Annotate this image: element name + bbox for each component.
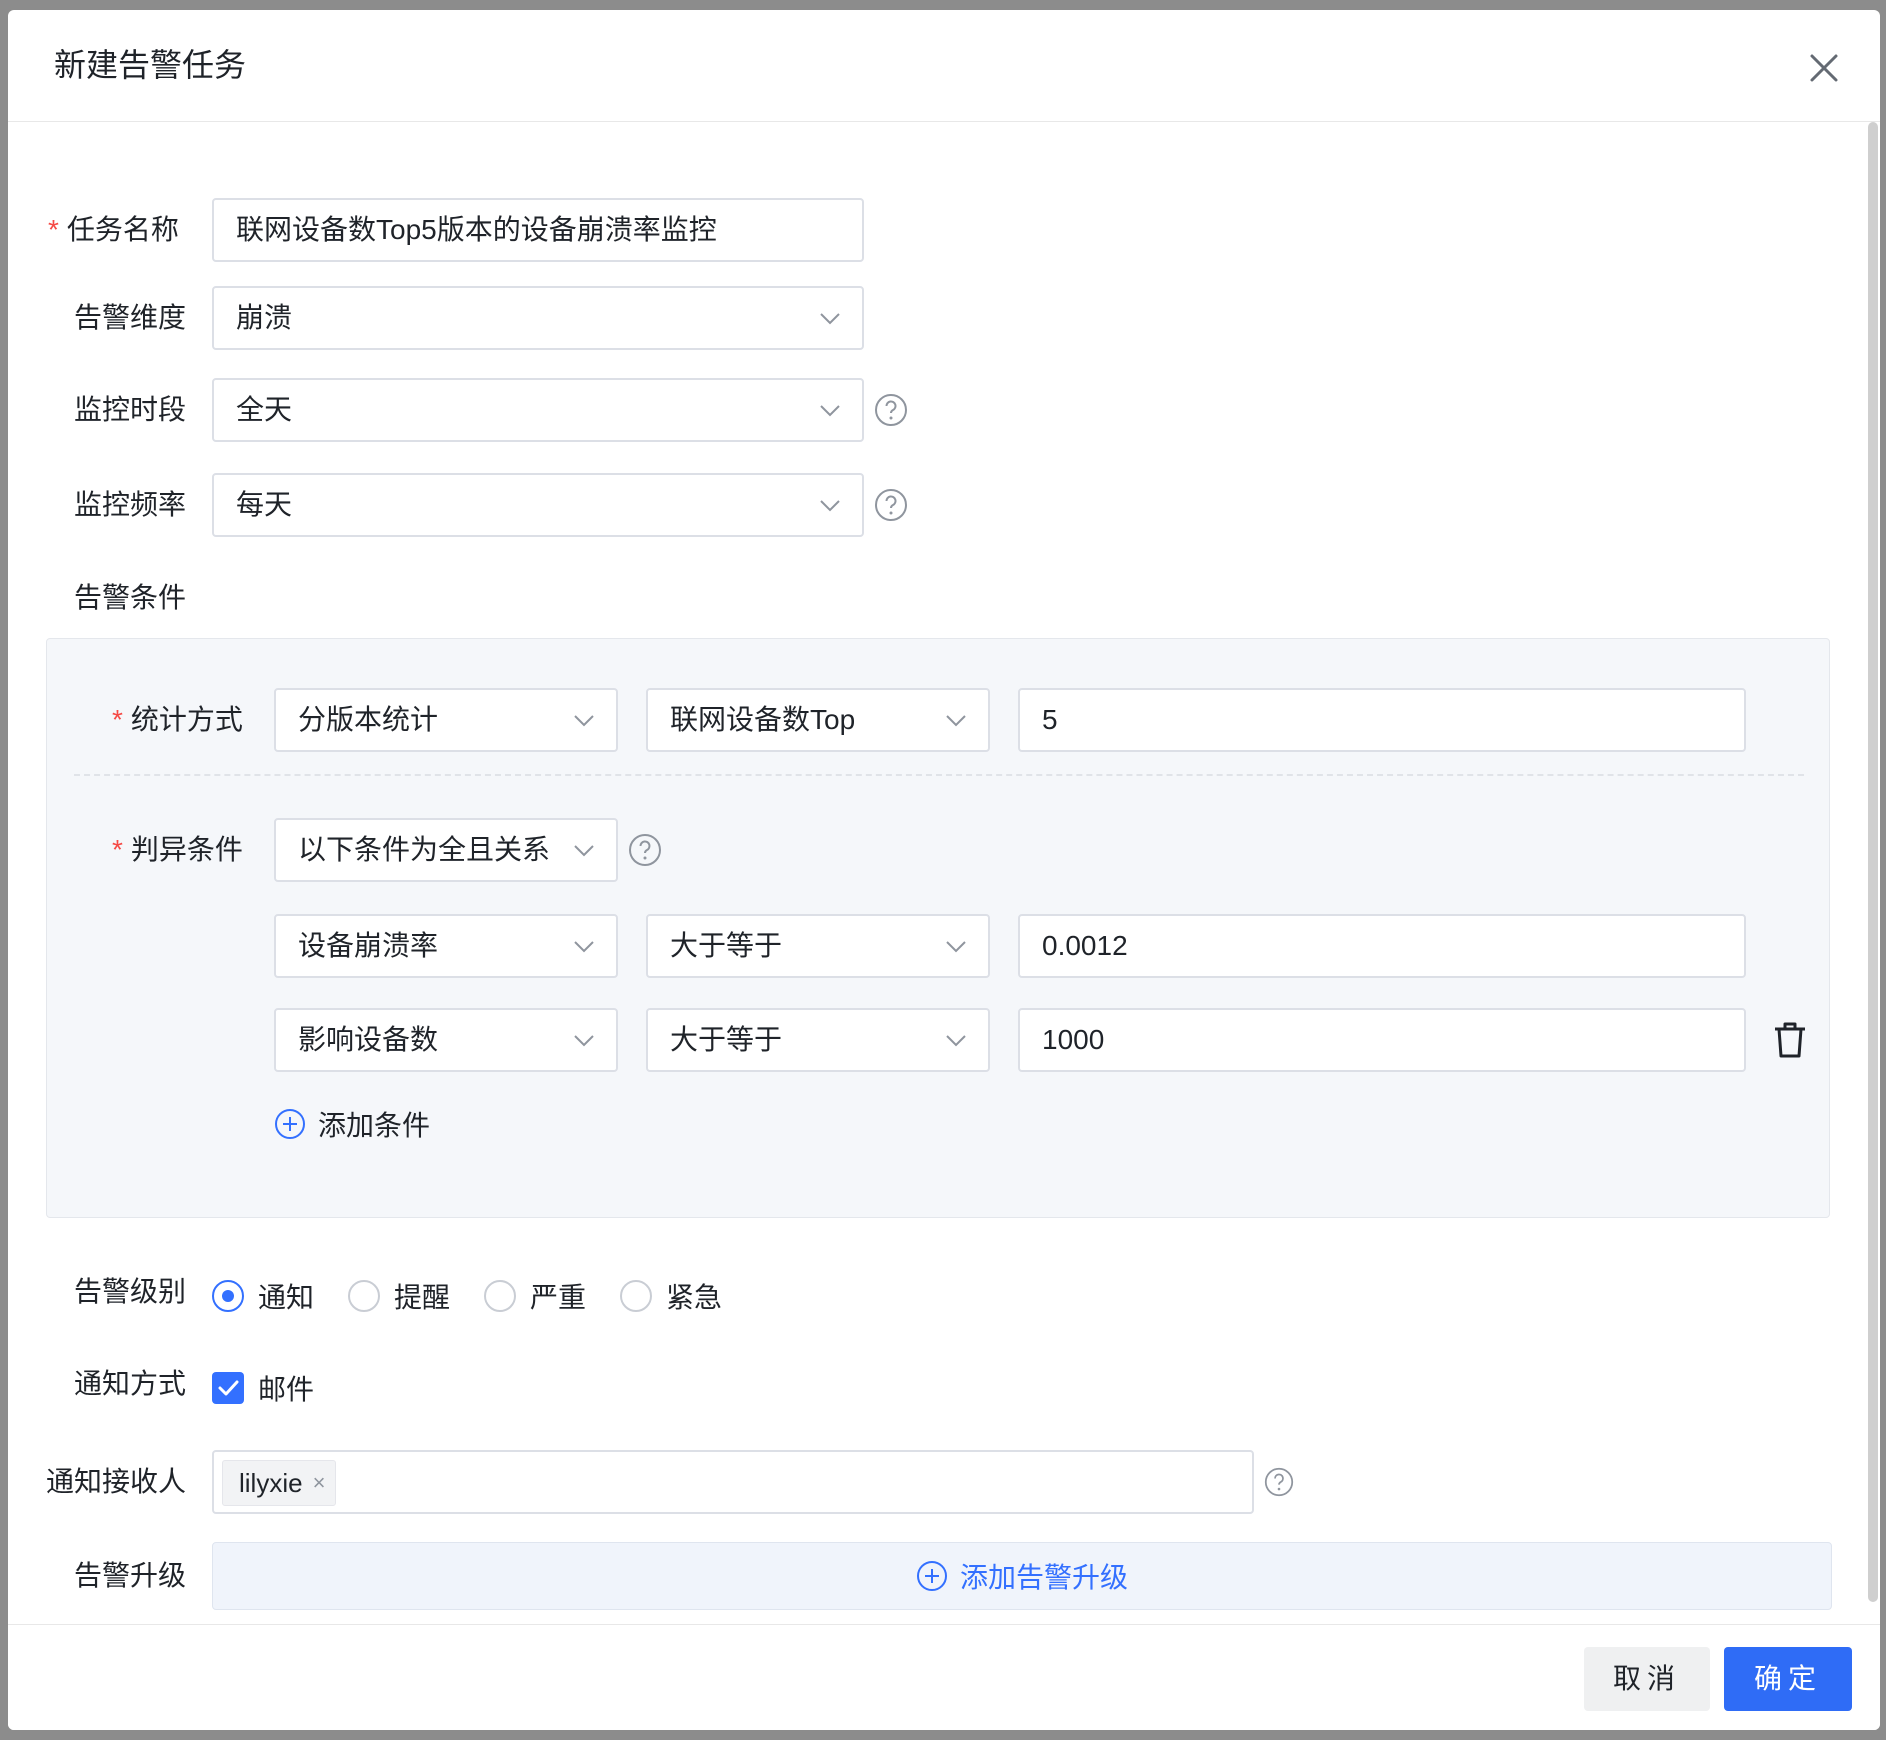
stat-method-label-text: 统计方式 [130, 704, 243, 735]
required-mark: * [112, 704, 123, 735]
radio-label: 严重 [530, 1282, 587, 1313]
close-button[interactable] [1804, 48, 1844, 88]
judge-condition-label-text: 判异条件 [130, 834, 243, 865]
chevron-down-icon [574, 1035, 594, 1047]
recipients-label: 通知接收人 [46, 1466, 187, 1497]
rule-value-input[interactable]: 1000 [1018, 1008, 1746, 1072]
rule-operator-value: 大于等于 [670, 1024, 783, 1055]
escalation-label: 告警升级 [74, 1560, 187, 1591]
plus-circle-icon [275, 1109, 305, 1139]
monitor-frequency-label: 监控频率 [74, 489, 187, 520]
add-condition-label: 添加条件 [318, 1110, 431, 1141]
task-name-value: 联网设备数Top5版本的设备崩溃率监控 [236, 214, 717, 245]
create-alert-dialog: 新建告警任务 * 任务名称 联网设备数Top5版本的设备崩溃率监控 告警维度 崩溃… [8, 10, 1880, 1730]
chevron-down-icon [820, 405, 840, 417]
rank-by-value: 联网设备数Top [670, 704, 856, 735]
radio-severe[interactable]: 严重 [484, 1276, 586, 1316]
dialog-header: 新建告警任务 [8, 10, 1880, 122]
notify-method-label: 通知方式 [74, 1368, 187, 1399]
required-mark: * [112, 834, 123, 865]
chevron-down-icon [946, 941, 966, 953]
chevron-down-icon [946, 715, 966, 727]
alert-condition-label: 告警条件 [74, 582, 187, 613]
confirm-button[interactable]: 确定 [1724, 1647, 1852, 1711]
chevron-down-icon [574, 845, 594, 857]
relation-value: 以下条件为全且关系 [298, 834, 551, 865]
alert-dimension-value: 崩溃 [236, 302, 293, 333]
close-icon [1810, 54, 1838, 82]
recipient-tag-text: lilyxie [239, 1467, 303, 1498]
divider [74, 774, 1804, 776]
plus-circle-icon [916, 1561, 947, 1591]
rule-value: 1000 [1042, 1024, 1105, 1055]
question-circle-icon[interactable] [628, 833, 662, 867]
add-condition-button[interactable]: 添加条件 [274, 1102, 430, 1146]
alert-dimension-label: 告警维度 [74, 302, 187, 333]
radio-label: 紧急 [666, 1282, 723, 1313]
rule-operator-value: 大于等于 [670, 930, 783, 961]
rule-metric-select[interactable]: 设备崩溃率 [274, 914, 618, 978]
rule-metric-value: 设备崩溃率 [298, 930, 439, 961]
alert-level-label: 告警级别 [74, 1276, 187, 1307]
top-n-value: 5 [1042, 704, 1058, 735]
monitor-period-value: 全天 [236, 394, 293, 425]
rule-operator-select[interactable]: 大于等于 [646, 914, 990, 978]
task-name-input[interactable]: 联网设备数Top5版本的设备崩溃率监控 [212, 198, 864, 262]
radio-circle [484, 1280, 517, 1312]
monitor-period-select[interactable]: 全天 [212, 378, 864, 442]
monitor-frequency-select[interactable]: 每天 [212, 473, 864, 537]
tag-remove-icon[interactable]: × [313, 1470, 326, 1496]
rule-metric-select[interactable]: 影响设备数 [274, 1008, 618, 1072]
alert-dimension-select[interactable]: 崩溃 [212, 286, 864, 350]
chevron-down-icon [574, 715, 594, 727]
check-icon [218, 1380, 239, 1396]
radio-label: 提醒 [394, 1282, 451, 1313]
task-name-label-text: 任务名称 [66, 214, 179, 245]
checkbox-box [212, 1372, 244, 1404]
judge-condition-label: * 判异条件 [112, 830, 243, 870]
question-circle-icon[interactable] [874, 393, 908, 427]
stat-method-select[interactable]: 分版本统计 [274, 688, 618, 752]
monitor-period-label: 监控时段 [74, 394, 187, 425]
relation-select[interactable]: 以下条件为全且关系 [274, 818, 618, 882]
question-circle-icon[interactable] [1264, 1467, 1294, 1497]
radio-urgent[interactable]: 紧急 [620, 1276, 722, 1316]
stat-method-value: 分版本统计 [298, 704, 439, 735]
top-n-input[interactable]: 5 [1018, 688, 1746, 752]
task-name-label: * 任务名称 [48, 210, 179, 250]
rule-operator-select[interactable]: 大于等于 [646, 1008, 990, 1072]
radio-label: 通知 [258, 1282, 315, 1313]
radio-circle-checked [212, 1280, 244, 1312]
recipients-input[interactable]: lilyxie × [212, 1450, 1254, 1514]
scrollbar[interactable] [1868, 122, 1878, 1602]
cancel-button[interactable]: 取消 [1584, 1647, 1710, 1711]
radio-circle [620, 1280, 653, 1312]
rule-value: 0.0012 [1042, 930, 1128, 961]
rank-by-select[interactable]: 联网设备数Top [646, 688, 990, 752]
chevron-down-icon [946, 1035, 966, 1047]
chevron-down-icon [820, 313, 840, 325]
rule-metric-value: 影响设备数 [298, 1024, 439, 1055]
radio-remind[interactable]: 提醒 [348, 1276, 450, 1316]
monitor-frequency-value: 每天 [236, 489, 293, 520]
question-circle-icon[interactable] [874, 488, 908, 522]
radio-notify[interactable]: 通知 [212, 1276, 314, 1316]
trash-icon[interactable] [1772, 1020, 1808, 1060]
add-escalation-label: 添加告警升级 [959, 1562, 1128, 1593]
email-checkbox[interactable]: 邮件 [212, 1368, 314, 1408]
alert-level-radio-group: 通知 提醒 严重 紧急 [212, 1276, 756, 1316]
dialog-footer: 取消 确定 [8, 1624, 1880, 1730]
rule-value-input[interactable]: 0.0012 [1018, 914, 1746, 978]
recipient-tag: lilyxie × [222, 1460, 337, 1506]
chevron-down-icon [820, 500, 840, 512]
add-escalation-button[interactable]: 添加告警升级 [212, 1542, 1832, 1610]
stat-method-label: * 统计方式 [112, 700, 243, 740]
required-mark: * [48, 214, 59, 245]
chevron-down-icon [574, 941, 594, 953]
dialog-title: 新建告警任务 [54, 47, 247, 83]
radio-circle [348, 1280, 381, 1312]
checkbox-label: 邮件 [258, 1374, 315, 1405]
